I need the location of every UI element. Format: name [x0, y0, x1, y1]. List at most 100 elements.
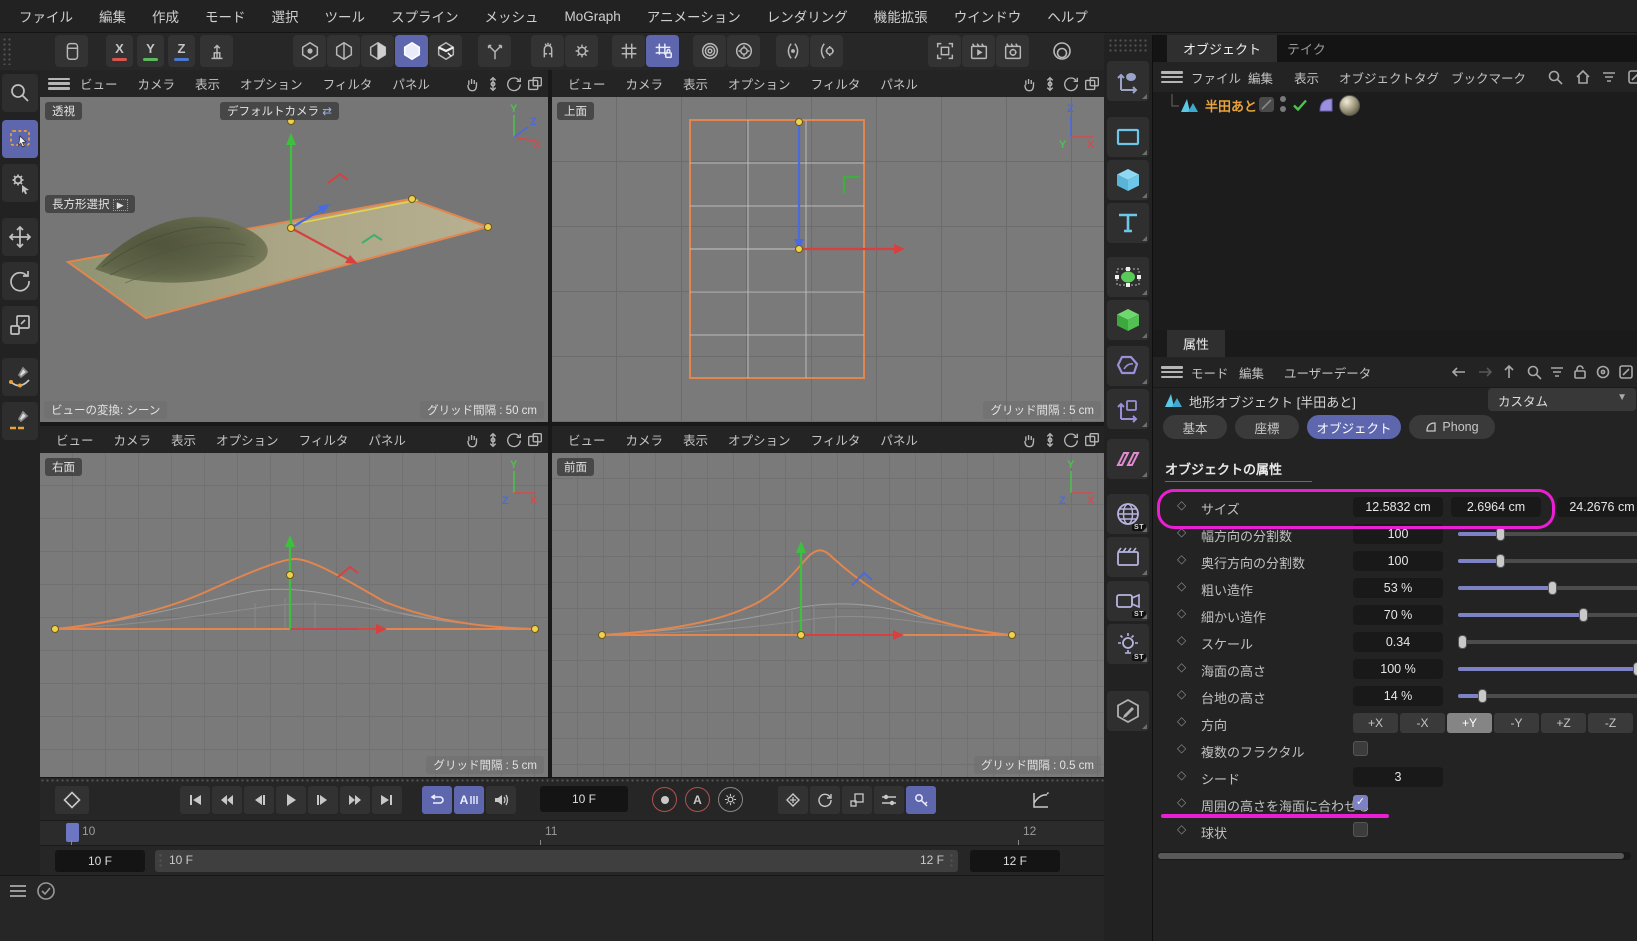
spline-pen-tool[interactable]	[2, 358, 38, 396]
attr-scrollbar-track[interactable]	[1157, 852, 1631, 860]
menu-select[interactable]: 選択	[259, 6, 312, 26]
vp2-menu-camera[interactable]: カメラ	[616, 74, 674, 93]
render-picture-viewer-button[interactable]	[962, 35, 995, 67]
vp4-menu-options[interactable]: オプション	[718, 430, 801, 449]
maximize-view-icon[interactable]	[526, 75, 544, 93]
snap-settings-button[interactable]	[565, 35, 598, 67]
vp2-menu-filter[interactable]: フィルタ	[801, 74, 871, 93]
enabled-check-icon[interactable]	[1291, 96, 1309, 114]
vp2-canvas[interactable]: 上面 グリッド間隔 : 5 cm Z X Y	[552, 97, 1105, 422]
play-button[interactable]	[276, 786, 306, 814]
coordinates-manager-button[interactable]	[1107, 61, 1149, 101]
autokey-frame-button[interactable]: A	[454, 786, 484, 814]
object-tree[interactable]: 半田あと	[1153, 92, 1637, 330]
am-target-icon[interactable]	[1593, 362, 1613, 382]
rotate-tool[interactable]	[2, 262, 38, 300]
menu-tools[interactable]: ツール	[312, 6, 379, 26]
am-lock-icon[interactable]	[1570, 362, 1590, 382]
key-scale-filter-button[interactable]	[842, 786, 872, 814]
range-end-field[interactable]: 12 F	[970, 850, 1060, 872]
am-forward-icon[interactable]	[1475, 362, 1495, 382]
plateau-level-slider[interactable]	[1458, 691, 1637, 701]
keyable-diamond-icon[interactable]: ◇	[1177, 660, 1186, 674]
phong-tag-icon[interactable]	[1317, 96, 1335, 114]
keyable-diamond-icon[interactable]: ◇	[1177, 498, 1186, 512]
previous-key-button[interactable]	[212, 786, 242, 814]
render-view-button[interactable]	[928, 35, 961, 67]
vp4-view-label[interactable]: 前面	[557, 458, 594, 476]
preview-range-bar[interactable]: 10 F 12 F	[155, 850, 958, 872]
om-edit-icon[interactable]	[1625, 67, 1637, 87]
fine-furrows-slider[interactable]	[1458, 610, 1637, 620]
key-rotation-filter-button[interactable]	[810, 786, 840, 814]
editor-toggle[interactable]	[1259, 97, 1274, 112]
playhead[interactable]	[66, 823, 79, 842]
maximize-view-icon[interactable]	[1083, 75, 1101, 93]
rectangle-selection-tool[interactable]	[2, 120, 38, 158]
status-menu-icon[interactable]	[8, 882, 28, 900]
keyable-diamond-icon[interactable]: ◇	[1177, 579, 1186, 593]
sea-level-slider[interactable]	[1458, 664, 1637, 674]
vp4-canvas[interactable]: 前面 グリッド間隔 : 0.5 cm Y X Z	[552, 453, 1105, 777]
point-mode-button[interactable]	[361, 35, 394, 67]
orientation-plus-z[interactable]: +Z	[1541, 713, 1586, 733]
live-selection-search-button[interactable]	[2, 74, 38, 112]
seed-field[interactable]: 3	[1353, 767, 1443, 787]
orientation-plus-x[interactable]: +X	[1353, 713, 1398, 733]
om-search-icon[interactable]	[1545, 67, 1565, 87]
lock-z-axis-button[interactable]: Z	[168, 35, 195, 67]
dolly-icon[interactable]	[1041, 75, 1059, 93]
menu-animation[interactable]: アニメーション	[634, 6, 754, 26]
menu-window[interactable]: ウインドウ	[941, 6, 1035, 26]
pan-hand-icon[interactable]	[463, 75, 481, 93]
render-settings-button[interactable]	[996, 35, 1029, 67]
current-frame-field[interactable]: 10 F	[540, 786, 628, 812]
keyable-diamond-icon[interactable]: ◇	[1177, 687, 1186, 701]
om-menu-file[interactable]: ファイル	[1191, 68, 1241, 87]
object-row-landscape[interactable]: 半田あと	[1153, 92, 1637, 118]
orientation-minus-z[interactable]: -Z	[1588, 713, 1633, 733]
am-search-icon[interactable]	[1524, 362, 1544, 382]
lock-y-axis-button[interactable]: Y	[137, 35, 164, 67]
om-home-icon[interactable]	[1573, 67, 1593, 87]
next-key-button[interactable]	[340, 786, 370, 814]
am-menu-mode[interactable]: モード	[1191, 363, 1229, 382]
timeline-ruler[interactable]: 10 11 12	[40, 820, 1105, 846]
limit-borders-checkbox[interactable]: ✓	[1353, 795, 1368, 810]
strip-drag-handle[interactable]	[1108, 38, 1148, 54]
text-spline-button[interactable]	[1107, 203, 1149, 243]
keyframe-settings-button[interactable]	[718, 787, 743, 812]
menu-mograph[interactable]: MoGraph	[552, 9, 634, 24]
pan-hand-icon[interactable]	[463, 431, 481, 449]
interactive-render-button[interactable]	[1047, 35, 1077, 67]
om-menu-view[interactable]: 表示	[1294, 68, 1319, 87]
array-symmetry-button[interactable]	[1107, 439, 1149, 479]
symmetry-settings-button[interactable]	[810, 35, 843, 67]
vp3-menu-options[interactable]: オプション	[206, 430, 289, 449]
vp1-hamburger-icon[interactable]	[48, 76, 70, 92]
annotate-tool-button[interactable]	[1107, 691, 1149, 731]
vp2-menu-options[interactable]: オプション	[718, 74, 801, 93]
pan-hand-icon[interactable]	[1020, 431, 1038, 449]
grid-toggle-button[interactable]	[612, 35, 645, 67]
vp1-menu-panel[interactable]: パネル	[382, 74, 440, 93]
tab-coordinates[interactable]: 座標	[1235, 415, 1299, 439]
key-parameter-filter-button[interactable]	[874, 786, 904, 814]
menu-spline[interactable]: スプライン	[378, 6, 472, 26]
keyable-diamond-icon[interactable]: ◇	[1177, 606, 1186, 620]
vp1-menu-view[interactable]: ビュー	[70, 74, 128, 93]
om-menu-tags[interactable]: タグ	[1414, 68, 1439, 87]
scale-tool[interactable]	[2, 306, 38, 344]
range-start-field[interactable]: 10 F	[55, 850, 145, 872]
menu-edit[interactable]: 編集	[86, 6, 139, 26]
vp3-menu-camera[interactable]: カメラ	[104, 430, 162, 449]
orientation-minus-y[interactable]: -Y	[1494, 713, 1539, 733]
am-menu-userdata[interactable]: ユーザーデータ	[1284, 363, 1371, 382]
status-check-icon[interactable]	[36, 881, 56, 901]
am-menu-edit[interactable]: 編集	[1239, 363, 1264, 382]
vp3-menu-view[interactable]: ビュー	[46, 430, 104, 449]
previous-frame-button[interactable]	[244, 786, 274, 814]
tab-objects[interactable]: オブジェクト	[1167, 35, 1277, 62]
orbit-icon[interactable]	[1062, 75, 1080, 93]
falloff-button[interactable]	[693, 35, 726, 67]
